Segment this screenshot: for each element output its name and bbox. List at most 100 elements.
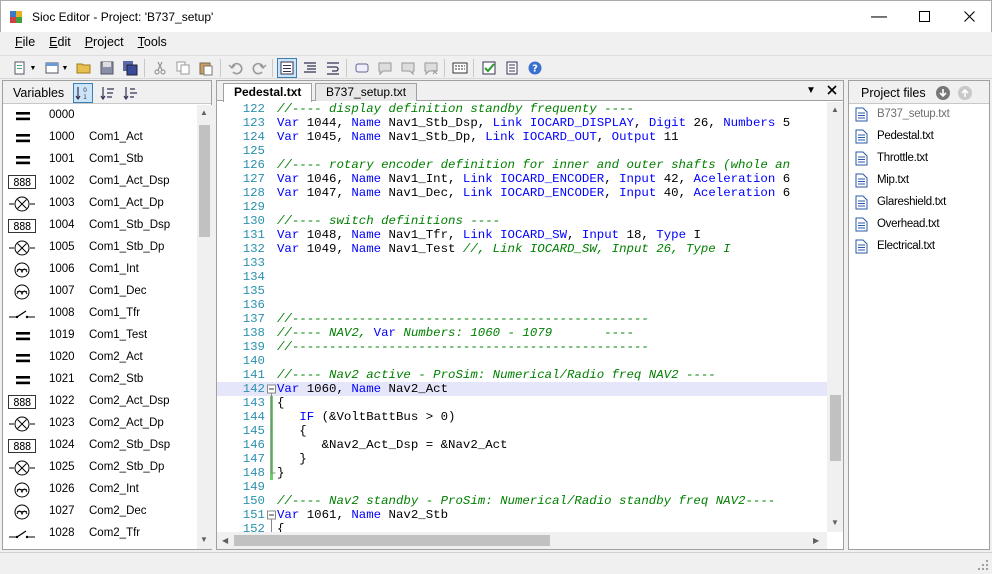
variable-row[interactable]: 1007 Com1_Dec (3, 281, 197, 303)
save-all-button[interactable] (120, 58, 140, 78)
code-line[interactable]: 142 Var 1060, Name Nav2_Act (217, 382, 827, 396)
variable-row[interactable]: 888 1024 Com2_Stb_Dsp (3, 435, 197, 457)
code-line[interactable]: 125 (217, 144, 827, 158)
variable-row[interactable]: 1027 Com2_Dec (3, 501, 197, 523)
variable-row[interactable]: 1025 Com2_Stb_Dp (3, 457, 197, 479)
scrollbar-thumb[interactable] (234, 535, 550, 546)
code-line[interactable]: 147 } (217, 452, 827, 466)
project-files-list[interactable]: B737_setup.txt Pedestal.txt Throttle.txt Mi… (849, 104, 989, 258)
open-button[interactable] (74, 58, 94, 78)
variable-row[interactable]: 1005 Com1_Stb_Dp (3, 237, 197, 259)
calculator-button[interactable] (450, 58, 470, 78)
variable-row[interactable]: 1001 Com1_Stb (3, 149, 197, 171)
code-line[interactable]: 130 //---- switch definitions ---- (217, 214, 827, 228)
new-project-dropdown[interactable]: ▼ (59, 58, 71, 78)
check-syntax-button[interactable] (479, 58, 499, 78)
variable-row[interactable]: 1026 Com2_Int (3, 479, 197, 501)
tab-b737-setup[interactable]: B737_setup.txt (315, 83, 418, 101)
word-wrap-button[interactable] (323, 58, 343, 78)
tab-pedestal[interactable]: Pedestal.txt (223, 83, 313, 102)
code-line[interactable]: 124 Var 1045, Name Nav1_Stb_Dp, Link IOCA… (217, 130, 827, 144)
tab-list-button[interactable]: ▼ (806, 85, 816, 96)
copy-button[interactable] (173, 58, 193, 78)
menu-edit[interactable]: Edit (42, 32, 78, 54)
variable-row[interactable]: 1003 Com1_Act_Dp (3, 193, 197, 215)
scrollbar-thumb[interactable] (830, 395, 841, 461)
project-file-item[interactable]: Mip.txt (849, 170, 989, 192)
fold-collapse-icon[interactable] (267, 382, 276, 396)
code-line[interactable]: 145 { (217, 424, 827, 438)
maximize-button[interactable] (901, 1, 947, 32)
project-file-item[interactable]: B737_setup.txt (849, 104, 989, 126)
code-line[interactable]: 141 //---- Nav2 active - ProSim: Numerica… (217, 368, 827, 382)
comment-next-button[interactable] (398, 58, 418, 78)
code-line[interactable]: 129 (217, 200, 827, 214)
code-line[interactable]: 128 Var 1047, Name Nav1_Dec, Link IOCARD_… (217, 186, 827, 200)
editor-vertical-scrollbar[interactable]: ▲ ▼ (827, 102, 843, 532)
comment-button[interactable] (352, 58, 372, 78)
menu-project[interactable]: Project (78, 32, 131, 54)
project-file-item[interactable]: Overhead.txt (849, 214, 989, 236)
sort-by-type-button[interactable] (121, 83, 141, 103)
code-line[interactable]: 149 (217, 480, 827, 494)
code-line[interactable]: 148} (217, 466, 827, 480)
menu-tools[interactable]: Tools (131, 32, 174, 54)
code-line[interactable]: 152 { (217, 522, 827, 532)
close-button[interactable] (946, 1, 992, 32)
code-line[interactable]: 140 (217, 354, 827, 368)
project-file-item[interactable]: Throttle.txt (849, 148, 989, 170)
code-line[interactable]: 131 Var 1048, Name Nav1_Tfr, Link IOCARD_… (217, 228, 827, 242)
undo-button[interactable] (226, 58, 246, 78)
cut-button[interactable] (150, 58, 170, 78)
variable-row[interactable]: 1028 Com2_Tfr (3, 523, 197, 545)
close-tab-button[interactable] (827, 83, 837, 98)
redo-button[interactable] (249, 58, 269, 78)
variables-list[interactable]: 0000 1000 Com1_Act 1001 Com1_Stb 888 1002 Com1_… (3, 105, 197, 549)
variable-row[interactable]: 1021 Com2_Stb (3, 369, 197, 391)
sort-by-name-button[interactable] (98, 83, 118, 103)
move-up-button[interactable] (955, 83, 975, 103)
variable-row[interactable]: 1020 Com2_Act (3, 347, 197, 369)
code-line[interactable]: 143 { (217, 396, 827, 410)
code-line[interactable]: 150 //---- Nav2 standby - ProSim: Numeric… (217, 494, 827, 508)
code-line[interactable]: 136 (217, 298, 827, 312)
comment-prev-button[interactable] (375, 58, 395, 78)
project-file-item[interactable]: Pedestal.txt (849, 126, 989, 148)
variable-row[interactable]: 1000 Com1_Act (3, 127, 197, 149)
minimize-button[interactable]: — (856, 1, 902, 32)
code-line[interactable]: 139 //-----------------------------------… (217, 340, 827, 354)
code-line[interactable]: 134 (217, 270, 827, 284)
document-button[interactable] (502, 58, 522, 78)
code-line[interactable]: 151 Var 1061, Name Nav2_Stb (217, 508, 827, 522)
variable-row[interactable]: 1019 Com1_Test (3, 325, 197, 347)
code-line[interactable]: 146 &Nav2_Act_Dsp = &Nav2_Act (217, 438, 827, 452)
new-file-dropdown[interactable]: ▼ (27, 58, 39, 78)
toggle-view-button[interactable] (277, 58, 297, 78)
scrollbar-thumb[interactable] (199, 125, 210, 237)
editor-horizontal-scrollbar[interactable]: ◀ ▶ (217, 532, 827, 549)
menu-file[interactable]: File (8, 32, 42, 54)
comment-delete-button[interactable] (421, 58, 441, 78)
project-file-item[interactable]: Glareshield.txt (849, 192, 989, 214)
code-line[interactable]: 132 Var 1049, Name Nav1_Test //, Link IOC… (217, 242, 827, 256)
variable-row[interactable]: 1006 Com1_Int (3, 259, 197, 281)
code-line[interactable]: 135 (217, 284, 827, 298)
code-line[interactable]: 127 Var 1046, Name Nav1_Int, Link IOCARD_… (217, 172, 827, 186)
sort-by-number-button[interactable]: 01 (73, 83, 93, 103)
variable-row[interactable]: 888 1022 Com2_Act_Dsp (3, 391, 197, 413)
variable-row[interactable]: 888 1002 Com1_Act_Dsp (3, 171, 197, 193)
code-line[interactable]: 138 //---- NAV2, Var Numbers: 1060 - 1079… (217, 326, 827, 340)
resize-grip-icon[interactable] (977, 559, 989, 571)
variable-row[interactable]: 0000 (3, 105, 197, 127)
code-line[interactable]: 126 //---- rotary encoder definition for … (217, 158, 827, 172)
variable-row[interactable]: 1023 Com2_Act_Dp (3, 413, 197, 435)
project-file-item[interactable]: Electrical.txt (849, 236, 989, 258)
help-button[interactable]: ? (525, 58, 545, 78)
move-down-button[interactable] (933, 83, 953, 103)
code-line[interactable]: 137 //-----------------------------------… (217, 312, 827, 326)
variables-scrollbar[interactable]: ▲ ▼ (197, 105, 212, 549)
variable-row[interactable]: 1008 Com1_Tfr (3, 303, 197, 325)
fold-collapse-icon[interactable] (267, 508, 276, 522)
code-line[interactable]: 133 (217, 256, 827, 270)
code-area[interactable]: 122 //---- display definition standby fre… (217, 102, 827, 532)
